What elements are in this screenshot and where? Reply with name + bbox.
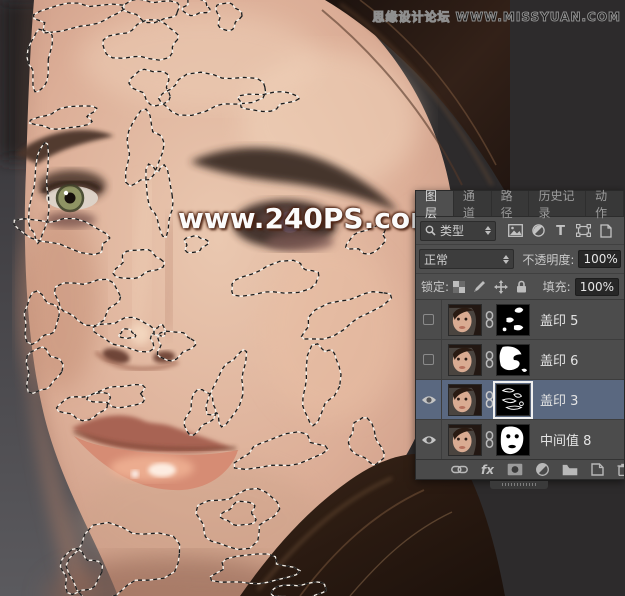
layer-row[interactable]: 中间值 8: [416, 420, 624, 459]
filter-kind-select[interactable]: 类型: [420, 220, 496, 241]
layer-effects-icon[interactable]: fx: [481, 464, 494, 476]
panel-bottom-bar: fx: [416, 459, 624, 479]
layer-mask-thumbnail[interactable]: [496, 423, 530, 456]
filter-pixel-layers-icon[interactable]: [508, 224, 523, 237]
layer-list: 盖印 5 盖印 6 盖印 3 中间值 8: [416, 300, 624, 459]
hidden-layer-box-icon: [423, 354, 434, 365]
layer-name[interactable]: 盖印 6: [540, 350, 578, 369]
mask-link-icon: [483, 431, 495, 448]
mask-link-icon: [483, 311, 495, 328]
link-layers-icon[interactable]: [451, 465, 468, 474]
stepper-icon: [481, 226, 491, 235]
search-icon: [425, 225, 436, 236]
blend-mode-value: 正常: [424, 252, 449, 267]
layer-thumbnail[interactable]: [448, 343, 482, 376]
filter-row: 类型 T: [416, 217, 624, 245]
panel-resize-gripper[interactable]: [490, 481, 548, 489]
tab-actions[interactable]: 动作: [586, 189, 624, 220]
layer-row[interactable]: 盖印 5: [416, 300, 624, 340]
layer-thumbnail[interactable]: [448, 383, 482, 416]
opacity-label: 不透明度:: [522, 252, 575, 267]
eye-icon: [421, 395, 436, 404]
layer-thumbnail[interactable]: [448, 423, 482, 456]
layer-mask-thumbnail[interactable]: [496, 303, 530, 336]
filter-type-layers-icon[interactable]: T: [554, 224, 567, 237]
lock-position-icon[interactable]: [494, 279, 509, 294]
lock-all-icon[interactable]: [516, 280, 527, 293]
panel-tab-bar: 图层 通道 路径 历史记录 动作: [416, 189, 624, 220]
blend-mode-select[interactable]: 正常: [419, 249, 515, 269]
lock-pixels-icon[interactable]: [473, 280, 486, 293]
layer-name[interactable]: 盖印 5: [540, 310, 578, 329]
tab-paths[interactable]: 路径: [492, 189, 530, 220]
visibility-toggle[interactable]: [416, 420, 442, 459]
blend-row: 正常 不透明度: 100%: [416, 245, 624, 274]
layer-row-selected[interactable]: 盖印 3: [416, 380, 624, 420]
filter-adjustment-layers-icon[interactable]: [532, 224, 545, 237]
layer-name[interactable]: 盖印 3: [540, 390, 578, 409]
layer-thumbnail[interactable]: [448, 303, 482, 336]
layers-panel: 图层 通道 路径 历史记录 动作 类型 T 正常 不透明度: 100% 锁定: …: [415, 189, 625, 480]
fill-label: 填充:: [542, 280, 571, 294]
visibility-toggle[interactable]: [416, 380, 442, 419]
layer-row[interactable]: 盖印 6: [416, 340, 624, 380]
eye-icon: [421, 435, 436, 444]
fill-value[interactable]: 100%: [574, 277, 619, 296]
add-layer-mask-icon[interactable]: [507, 463, 523, 476]
center-watermark: www.240PS.com: [178, 202, 440, 235]
visibility-toggle[interactable]: [416, 300, 442, 339]
svg-text:T: T: [556, 224, 565, 237]
filter-shape-layers-icon[interactable]: [576, 224, 591, 237]
mask-link-icon: [483, 351, 495, 368]
new-group-icon[interactable]: [562, 464, 578, 476]
stepper-icon: [499, 254, 510, 264]
delete-layer-icon[interactable]: [617, 463, 624, 476]
lock-label: 锁定:: [421, 280, 450, 294]
photoshop-workspace: 思缘设计论坛 WWW.MISSYUAN.COM www.240PS.com 图层…: [0, 0, 625, 596]
new-layer-icon[interactable]: [591, 463, 604, 476]
layer-name[interactable]: 中间值 8: [540, 430, 591, 449]
hidden-layer-box-icon: [423, 314, 434, 325]
filter-kind-label: 类型: [440, 224, 465, 238]
layer-mask-thumbnail-selected[interactable]: [493, 380, 533, 419]
filter-smart-objects-icon[interactable]: [600, 223, 612, 238]
lock-transparency-icon[interactable]: [453, 280, 466, 293]
new-adjustment-layer-icon[interactable]: [536, 463, 549, 476]
site-watermark: 思缘设计论坛 WWW.MISSYUAN.COM: [372, 10, 621, 25]
visibility-toggle[interactable]: [416, 340, 442, 379]
tab-history[interactable]: 历史记录: [529, 189, 587, 220]
opacity-value[interactable]: 100%: [578, 250, 621, 268]
layer-mask-thumbnail[interactable]: [496, 343, 530, 376]
tab-layers[interactable]: 图层: [416, 189, 454, 220]
tab-channels[interactable]: 通道: [454, 189, 492, 220]
lock-row: 锁定: 填充: 100%: [416, 274, 624, 300]
